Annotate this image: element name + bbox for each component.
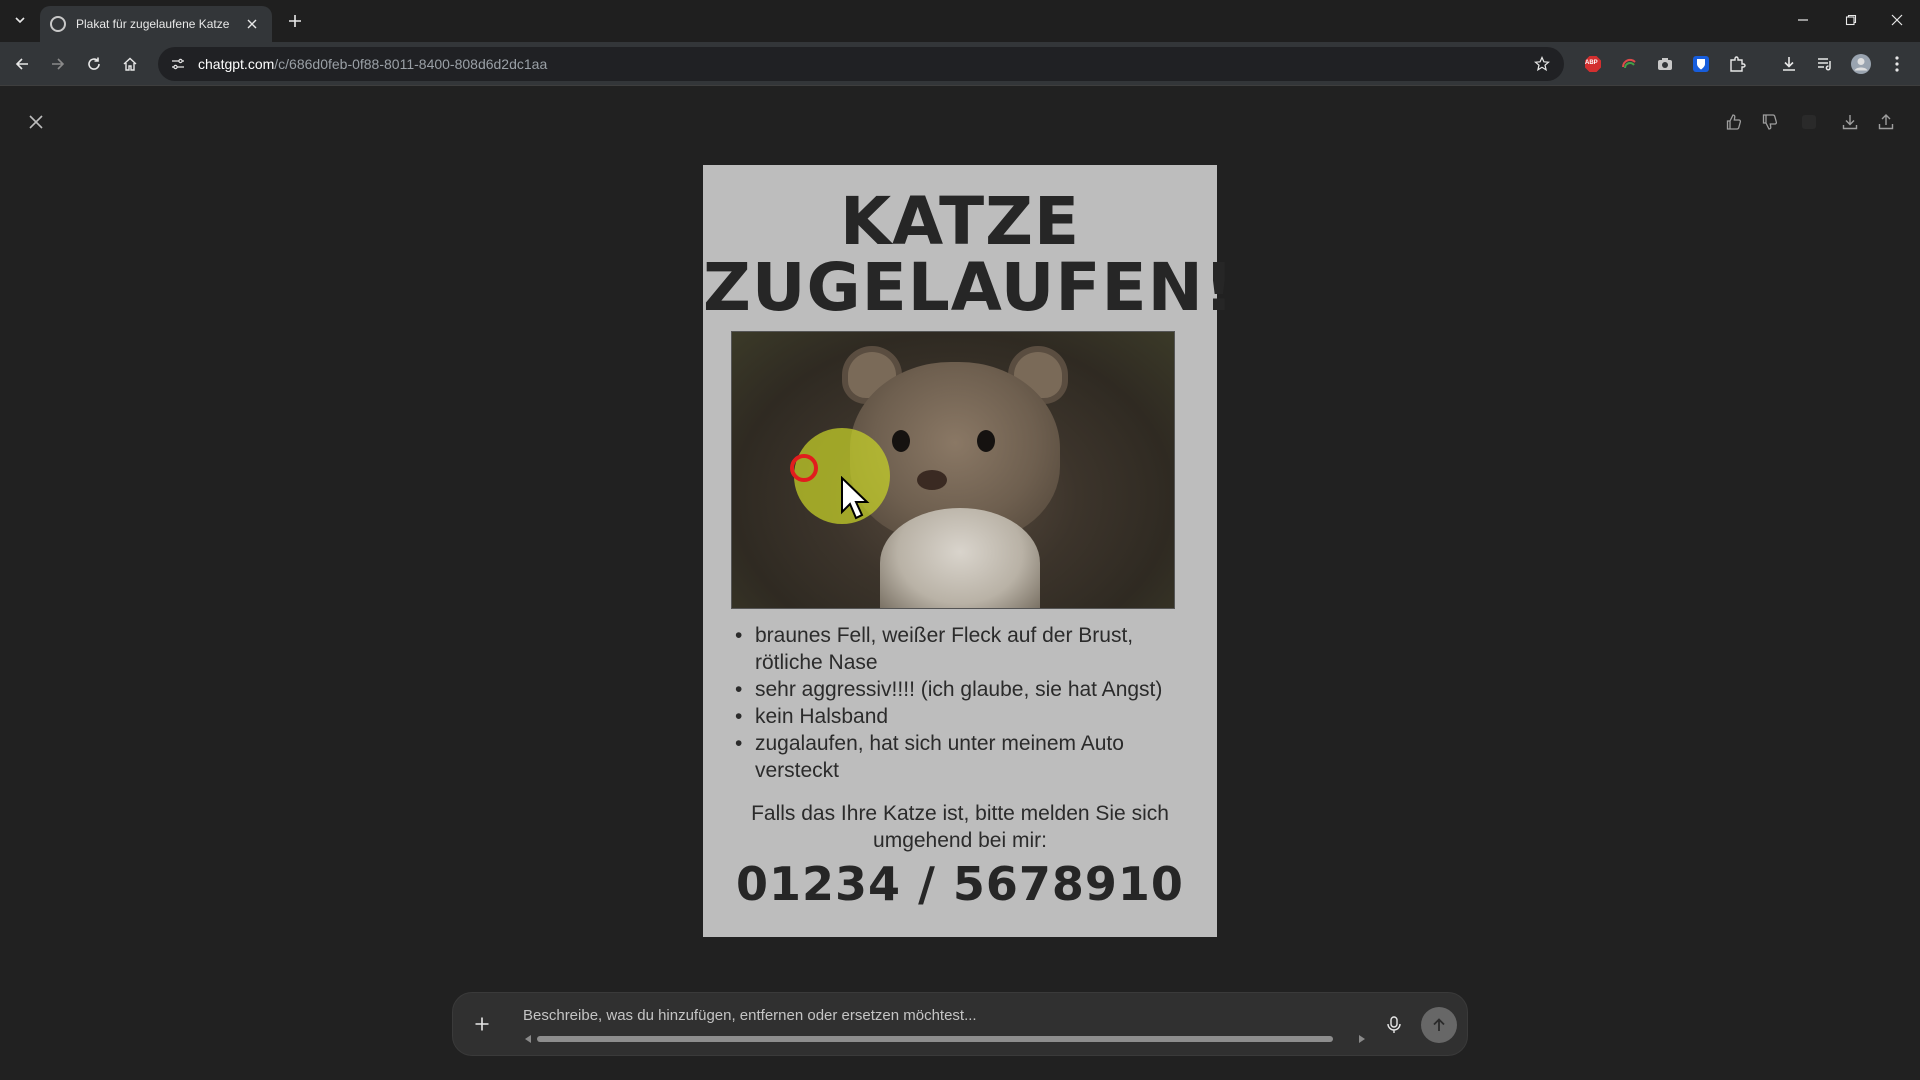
media-queue-icon[interactable] — [1813, 52, 1837, 76]
list-item: sehr aggressiv!!!! (ich glaube, sie hat … — [733, 676, 1203, 703]
input-horizontal-scrollbar[interactable] — [525, 1035, 1365, 1043]
minimize-icon[interactable] — [1780, 6, 1826, 34]
extensions-puzzle-icon[interactable] — [1725, 52, 1749, 76]
navigation-bar: chatgpt.com/c/686d0feb-0f88-8011-8400-80… — [0, 42, 1920, 86]
close-tab-icon[interactable] — [242, 14, 262, 34]
share-placeholder-icon[interactable] — [1795, 108, 1823, 136]
tab-bar: Plakat für zugelaufene Katze — [0, 0, 1920, 42]
marten-photo — [731, 331, 1175, 609]
scroll-right-arrow-icon[interactable] — [1359, 1035, 1365, 1043]
profile-avatar-icon[interactable] — [1849, 52, 1873, 76]
tab-title: Plakat für zugelaufene Katze — [76, 17, 230, 31]
url-path: /c/686d0feb-0f88-8011-8400-808d6d2dc1aa — [274, 56, 548, 72]
poster-headline: KATZE ZUGELAUFEN! — [703, 183, 1235, 326]
marten-chest — [880, 508, 1040, 608]
bookmark-star-icon[interactable] — [1530, 52, 1554, 76]
url-host: chatgpt.com — [198, 56, 275, 72]
adblock-plus-icon[interactable]: ABP — [1581, 52, 1605, 76]
reload-icon[interactable] — [80, 50, 108, 78]
site-info-tune-icon[interactable] — [166, 52, 190, 76]
new-tab-plus-icon[interactable] — [282, 8, 308, 34]
adblock-label: ABP — [1585, 60, 1598, 66]
close-icon[interactable] — [22, 108, 50, 136]
browser-menu-kebab-icon[interactable] — [1885, 52, 1909, 76]
list-item: zugalaufen, hat sich unter meinem Auto v… — [733, 730, 1203, 784]
marten-nose — [917, 470, 947, 490]
poster-description-list: braunes Fell, weißer Fleck auf der Brust… — [733, 622, 1203, 784]
list-item: braunes Fell, weißer Fleck auf der Brust… — [733, 622, 1203, 676]
edit-prompt-composer — [452, 992, 1468, 1056]
headline-line-1: KATZE — [839, 183, 1081, 260]
generated-poster-image[interactable]: KATZE ZUGELAUFEN! braunes Fell, weißer F… — [703, 165, 1235, 937]
scrollbar-thumb[interactable] — [537, 1036, 1333, 1042]
chatgpt-favicon-icon — [50, 16, 66, 32]
tab-search-chevron-icon[interactable] — [8, 8, 32, 32]
home-icon[interactable] — [116, 50, 144, 78]
extension-rainbow-icon[interactable] — [1617, 52, 1641, 76]
back-arrow-icon[interactable] — [8, 50, 36, 78]
click-indicator-ring — [790, 454, 818, 482]
poster-phone-number: 01234 / 5678910 — [736, 857, 1184, 911]
share-upload-icon[interactable] — [1872, 108, 1900, 136]
thumbs-down-icon[interactable] — [1756, 108, 1784, 136]
scroll-left-arrow-icon[interactable] — [525, 1035, 531, 1043]
thumbs-up-icon[interactable] — [1720, 108, 1748, 136]
poster-contact-text: Falls das Ihre Katze ist, bitte melden S… — [751, 802, 1169, 852]
headline-line-2: ZUGELAUFEN! — [703, 249, 1235, 326]
marten-left-eye — [892, 430, 910, 452]
marten-right-eye — [977, 430, 995, 452]
browser-tab-active[interactable]: Plakat für zugelaufene Katze — [40, 6, 272, 42]
address-bar[interactable]: chatgpt.com/c/686d0feb-0f88-8011-8400-80… — [158, 47, 1564, 81]
send-arrow-up-icon[interactable] — [1421, 1007, 1457, 1043]
download-icon[interactable] — [1836, 108, 1864, 136]
forward-arrow-icon[interactable] — [44, 50, 72, 78]
add-attachment-plus-icon[interactable] — [467, 1009, 497, 1039]
close-window-icon[interactable] — [1874, 6, 1920, 34]
microphone-icon[interactable] — [1378, 1009, 1410, 1041]
downloads-icon[interactable] — [1777, 52, 1801, 76]
image-editor-viewer: KATZE ZUGELAUFEN! braunes Fell, weißer F… — [0, 86, 1920, 1080]
list-item: kein Halsband — [733, 703, 1203, 730]
edit-prompt-input[interactable] — [523, 1003, 1323, 1027]
mouse-cursor-icon — [841, 476, 870, 520]
bitwarden-shield-icon[interactable] — [1689, 52, 1713, 76]
restore-icon[interactable] — [1828, 6, 1874, 34]
camera-extension-icon[interactable] — [1653, 52, 1677, 76]
